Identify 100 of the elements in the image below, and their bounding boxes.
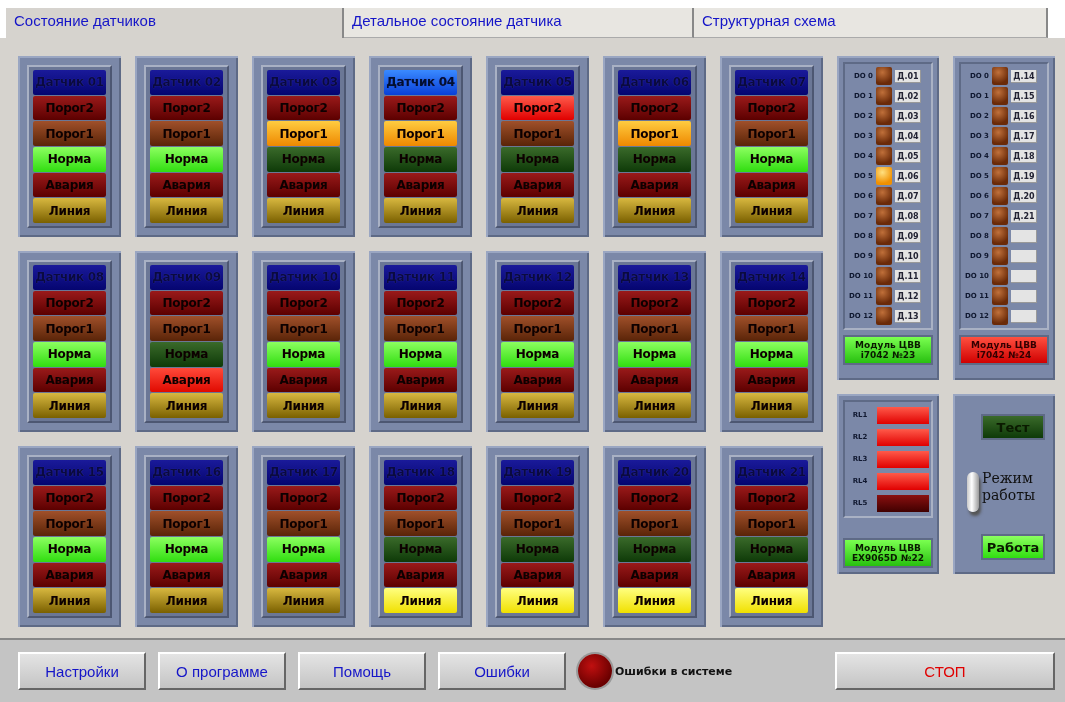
alarm-lamp: Авария: [33, 562, 106, 588]
sensor-title-lamp: Датчик 19: [501, 460, 574, 485]
toolbar-button[interactable]: О программе: [158, 652, 286, 690]
sensor-title-lamp: Датчик 03: [267, 70, 340, 95]
threshold1-lamp: Порог1: [735, 121, 808, 146]
alarm-lamp: Авария: [33, 367, 106, 393]
line-lamp: Линия: [33, 198, 106, 224]
alarm-lamp: Авария: [735, 562, 808, 588]
threshold2-lamp: Порог2: [150, 290, 223, 316]
threshold2-lamp: Порог2: [384, 95, 457, 121]
output-tag: Д.04: [895, 129, 921, 143]
output-tag: Д.07: [895, 189, 921, 203]
threshold2-lamp: Порог2: [618, 290, 691, 316]
threshold2-lamp: Порог2: [735, 485, 808, 511]
threshold1-lamp: Порог1: [267, 511, 340, 536]
tab[interactable]: Детальное состояние датчика: [344, 8, 694, 38]
sensor-title-lamp: Датчик 20: [618, 460, 691, 485]
normal-lamp: Норма: [33, 342, 106, 367]
sensor-title-lamp: Датчик 05: [501, 70, 574, 95]
sensor-title-lamp: Датчик 14: [735, 265, 808, 290]
sensor-title-lamp: Датчик 10: [267, 265, 340, 290]
alarm-lamp: Авария: [150, 562, 223, 588]
output-tag: Д.18: [1011, 149, 1037, 163]
output-tag: Д.02: [895, 89, 921, 103]
threshold1-lamp: Порог1: [735, 316, 808, 341]
threshold1-lamp: Порог1: [384, 316, 457, 341]
threshold1-lamp: Порог1: [384, 121, 457, 146]
output-tag: Д.11: [895, 269, 921, 283]
output-tag: Д.09: [895, 229, 921, 243]
threshold2-lamp: Порог2: [618, 485, 691, 511]
output-tag: Д.20: [1011, 189, 1037, 203]
line-lamp: Линия: [618, 588, 691, 614]
sensor-title-lamp: Датчик 08: [33, 265, 106, 290]
output-tag: Д.12: [895, 289, 921, 303]
threshold2-lamp: Порог2: [384, 290, 457, 316]
output-tag: Д.01: [895, 69, 921, 83]
normal-lamp: Норма: [267, 147, 340, 172]
threshold2-lamp: Порог2: [501, 485, 574, 511]
normal-lamp: Норма: [384, 537, 457, 562]
line-lamp: Линия: [618, 198, 691, 224]
threshold1-lamp: Порог1: [33, 316, 106, 341]
threshold2-lamp: Порог2: [618, 95, 691, 121]
output-tag: Д.06: [895, 169, 921, 183]
output-tag: Д.15: [1011, 89, 1037, 103]
alarm-lamp: Авария: [150, 172, 223, 198]
toolbar-button[interactable]: Настройки: [18, 652, 146, 690]
normal-lamp: Норма: [267, 342, 340, 367]
sensor-title-lamp: Датчик 18: [384, 460, 457, 485]
alarm-lamp: Авария: [267, 367, 340, 393]
line-lamp: Линия: [735, 198, 808, 224]
threshold1-lamp: Порог1: [501, 121, 574, 146]
empty-tag: [1011, 249, 1037, 263]
alarm-lamp: Авария: [384, 172, 457, 198]
toolbar-button[interactable]: Помощь: [298, 652, 426, 690]
work-button[interactable]: Работа: [981, 534, 1045, 560]
threshold1-lamp: Порог1: [267, 316, 340, 341]
sensor-title-lamp: Датчик 07: [735, 70, 808, 95]
alarm-lamp: Авария: [618, 172, 691, 198]
threshold1-lamp: Порог1: [618, 316, 691, 341]
empty-tag: [1011, 229, 1037, 243]
alarm-lamp: Авария: [501, 562, 574, 588]
sensor-title-lamp: Датчик 16: [150, 460, 223, 485]
sensor-title-lamp: Датчик 02: [150, 70, 223, 95]
module-label: Модуль ЦВВ: [855, 340, 921, 350]
line-lamp: Линия: [150, 588, 223, 614]
line-lamp: Линия: [501, 198, 574, 224]
alarm-lamp: Авария: [150, 367, 223, 393]
toggle-switch[interactable]: [967, 472, 979, 512]
line-lamp: Линия: [735, 393, 808, 419]
alarm-lamp: Авария: [384, 367, 457, 393]
threshold1-lamp: Порог1: [618, 511, 691, 536]
threshold1-lamp: Порог1: [501, 316, 574, 341]
tab[interactable]: Структурная схема: [694, 8, 1048, 38]
line-lamp: Линия: [267, 588, 340, 614]
line-lamp: Линия: [618, 393, 691, 419]
toolbar-button[interactable]: Ошибки: [438, 652, 566, 690]
module-label: i7042 №23: [860, 350, 916, 360]
sensor-title-lamp: Датчик 11: [384, 265, 457, 290]
threshold1-lamp: Порог1: [618, 121, 691, 146]
normal-lamp: Норма: [150, 537, 223, 562]
threshold2-lamp: Порог2: [501, 95, 574, 121]
output-tag: Д.14: [1011, 69, 1037, 83]
alarm-lamp: Авария: [618, 562, 691, 588]
line-lamp: Линия: [384, 393, 457, 419]
output-tag: Д.08: [895, 209, 921, 223]
line-lamp: Линия: [501, 588, 574, 614]
normal-lamp: Норма: [267, 537, 340, 562]
threshold2-lamp: Порог2: [267, 290, 340, 316]
sensor-title-lamp: Датчик 01: [33, 70, 106, 95]
output-tag: Д.19: [1011, 169, 1037, 183]
threshold1-lamp: Порог1: [150, 511, 223, 536]
empty-tag: [1011, 309, 1037, 323]
normal-lamp: Норма: [33, 537, 106, 562]
threshold2-lamp: Порог2: [150, 485, 223, 511]
line-lamp: Линия: [735, 588, 808, 614]
normal-lamp: Норма: [33, 147, 106, 172]
threshold1-lamp: Порог1: [384, 511, 457, 536]
normal-lamp: Норма: [618, 147, 691, 172]
sensor-title-lamp: Датчик 06: [618, 70, 691, 95]
tab[interactable]: Состояние датчиков: [6, 8, 344, 38]
